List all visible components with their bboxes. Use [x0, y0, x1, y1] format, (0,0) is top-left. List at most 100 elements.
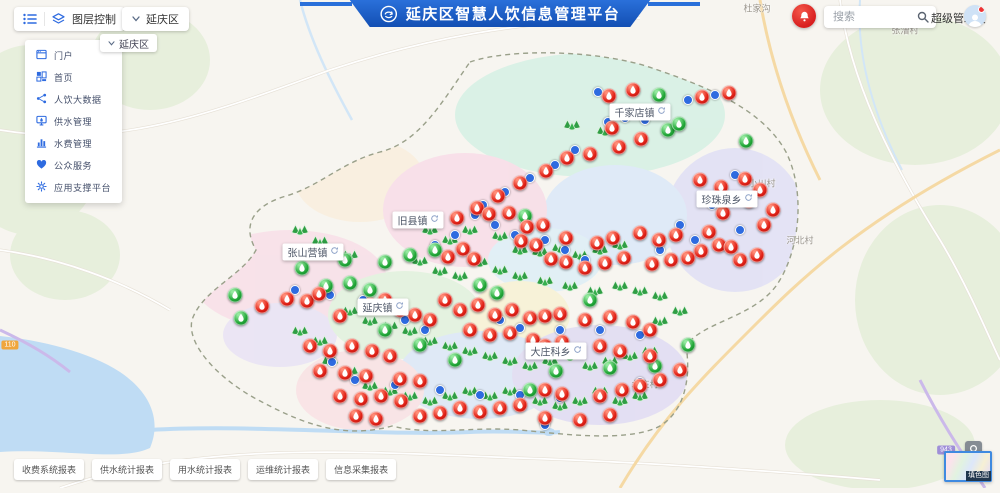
layer-control-button[interactable]: 图层控制	[72, 11, 116, 27]
marker-station-alarm-icon[interactable]	[593, 339, 608, 354]
marker-station-alarm-icon[interactable]	[383, 349, 398, 364]
marker-station-normal-icon[interactable]	[413, 338, 428, 353]
marker-station-alarm-icon[interactable]	[453, 401, 468, 416]
town-label[interactable]: 张山营镇	[283, 244, 344, 261]
marker-village-cluster-icon[interactable]	[430, 264, 450, 278]
marker-station-alarm-icon[interactable]	[544, 252, 559, 267]
marker-station-alarm-icon[interactable]	[482, 207, 497, 222]
marker-station-alarm-icon[interactable]	[716, 206, 731, 221]
marker-station-alarm-icon[interactable]	[553, 307, 568, 322]
marker-village-cluster-icon[interactable]	[520, 359, 540, 373]
marker-station-alarm-icon[interactable]	[555, 387, 570, 402]
marker-station-normal-icon[interactable]	[448, 353, 463, 368]
marker-info-dot[interactable]	[327, 357, 337, 367]
marker-station-alarm-icon[interactable]	[539, 164, 554, 179]
marker-station-alarm-icon[interactable]	[559, 255, 574, 270]
district-dropdown[interactable]: 延庆区	[122, 7, 189, 31]
marker-station-alarm-icon[interactable]	[536, 218, 551, 233]
marker-station-normal-icon[interactable]	[473, 278, 488, 293]
marker-station-alarm-icon[interactable]	[612, 140, 627, 155]
marker-info-dot[interactable]	[475, 390, 485, 400]
town-label[interactable]: 大庄科乡	[526, 343, 587, 360]
marker-station-alarm-icon[interactable]	[338, 366, 353, 381]
marker-station-alarm-icon[interactable]	[438, 293, 453, 308]
marker-info-dot[interactable]	[735, 225, 745, 235]
marker-station-alarm-icon[interactable]	[393, 372, 408, 387]
marker-station-alarm-icon[interactable]	[523, 311, 538, 326]
marker-village-cluster-icon[interactable]	[360, 314, 380, 328]
marker-info-dot[interactable]	[490, 220, 500, 230]
map-type-selector[interactable]: 填色图	[944, 451, 992, 482]
marker-village-cluster-icon[interactable]	[400, 324, 420, 338]
marker-station-alarm-icon[interactable]	[359, 369, 374, 384]
sidebar-item-fee[interactable]: 水费管理	[36, 137, 111, 150]
marker-village-cluster-icon[interactable]	[290, 324, 310, 338]
district-dropdown-option[interactable]: 延庆区	[100, 34, 157, 52]
marker-station-alarm-icon[interactable]	[408, 308, 423, 323]
marker-village-cluster-icon[interactable]	[450, 269, 470, 283]
marker-station-alarm-icon[interactable]	[513, 398, 528, 413]
marker-station-normal-icon[interactable]	[490, 286, 505, 301]
marker-info-dot[interactable]	[683, 95, 693, 105]
marker-station-alarm-icon[interactable]	[433, 406, 448, 421]
marker-station-normal-icon[interactable]	[681, 338, 696, 353]
marker-station-alarm-icon[interactable]	[365, 344, 380, 359]
marker-station-alarm-icon[interactable]	[766, 203, 781, 218]
town-label[interactable]: 旧县镇	[393, 212, 444, 229]
marker-station-alarm-icon[interactable]	[333, 389, 348, 404]
report-button-5[interactable]: 信息采集报表	[326, 459, 396, 480]
sidebar-item-supply[interactable]: 供水管理	[36, 115, 111, 128]
town-label[interactable]: 延庆镇	[358, 299, 409, 316]
marker-station-alarm-icon[interactable]	[529, 238, 544, 253]
marker-village-cluster-icon[interactable]	[570, 394, 590, 408]
marker-station-alarm-icon[interactable]	[354, 392, 369, 407]
marker-station-alarm-icon[interactable]	[323, 344, 338, 359]
sidebar-item-support[interactable]: 应用支撑平台	[36, 181, 111, 194]
avatar[interactable]	[964, 5, 986, 27]
marker-station-alarm-icon[interactable]	[503, 326, 518, 341]
marker-station-alarm-icon[interactable]	[538, 383, 553, 398]
marker-station-normal-icon[interactable]	[739, 134, 754, 149]
marker-station-alarm-icon[interactable]	[463, 323, 478, 338]
marker-station-alarm-icon[interactable]	[590, 236, 605, 251]
marker-station-alarm-icon[interactable]	[255, 299, 270, 314]
marker-station-alarm-icon[interactable]	[538, 411, 553, 426]
marker-village-cluster-icon[interactable]	[610, 279, 630, 293]
marker-station-alarm-icon[interactable]	[733, 253, 748, 268]
report-button-2[interactable]: 供水统计报表	[92, 459, 162, 480]
marker-station-alarm-icon[interactable]	[634, 132, 649, 147]
marker-station-normal-icon[interactable]	[603, 361, 618, 376]
marker-info-dot[interactable]	[555, 325, 565, 335]
marker-village-cluster-icon[interactable]	[290, 223, 310, 237]
marker-station-alarm-icon[interactable]	[598, 256, 613, 271]
marker-station-alarm-icon[interactable]	[617, 251, 632, 266]
marker-station-alarm-icon[interactable]	[673, 363, 688, 378]
marker-station-normal-icon[interactable]	[549, 364, 564, 379]
marker-station-alarm-icon[interactable]	[491, 189, 506, 204]
marker-station-alarm-icon[interactable]	[394, 394, 409, 409]
marker-village-cluster-icon[interactable]	[630, 284, 650, 298]
alarm-button[interactable]	[792, 4, 816, 28]
marker-station-alarm-icon[interactable]	[513, 176, 528, 191]
marker-station-alarm-icon[interactable]	[664, 253, 679, 268]
marker-station-alarm-icon[interactable]	[467, 252, 482, 267]
menu-icon[interactable]	[23, 13, 37, 25]
marker-station-alarm-icon[interactable]	[473, 405, 488, 420]
marker-station-alarm-icon[interactable]	[369, 412, 384, 427]
marker-station-alarm-icon[interactable]	[520, 220, 535, 235]
marker-info-dot[interactable]	[710, 90, 720, 100]
report-button-1[interactable]: 收费系统报表	[14, 459, 84, 480]
town-label[interactable]: 千家店镇	[610, 104, 671, 121]
marker-station-alarm-icon[interactable]	[750, 248, 765, 263]
marker-village-cluster-icon[interactable]	[580, 359, 600, 373]
marker-station-alarm-icon[interactable]	[643, 349, 658, 364]
marker-village-cluster-icon[interactable]	[490, 263, 510, 277]
marker-station-alarm-icon[interactable]	[738, 172, 753, 187]
marker-station-alarm-icon[interactable]	[681, 251, 696, 266]
marker-station-alarm-icon[interactable]	[538, 309, 553, 324]
marker-village-cluster-icon[interactable]	[440, 339, 460, 353]
marker-village-cluster-icon[interactable]	[490, 229, 510, 243]
marker-station-alarm-icon[interactable]	[605, 121, 620, 136]
marker-station-alarm-icon[interactable]	[652, 233, 667, 248]
search-icon[interactable]	[917, 11, 929, 23]
